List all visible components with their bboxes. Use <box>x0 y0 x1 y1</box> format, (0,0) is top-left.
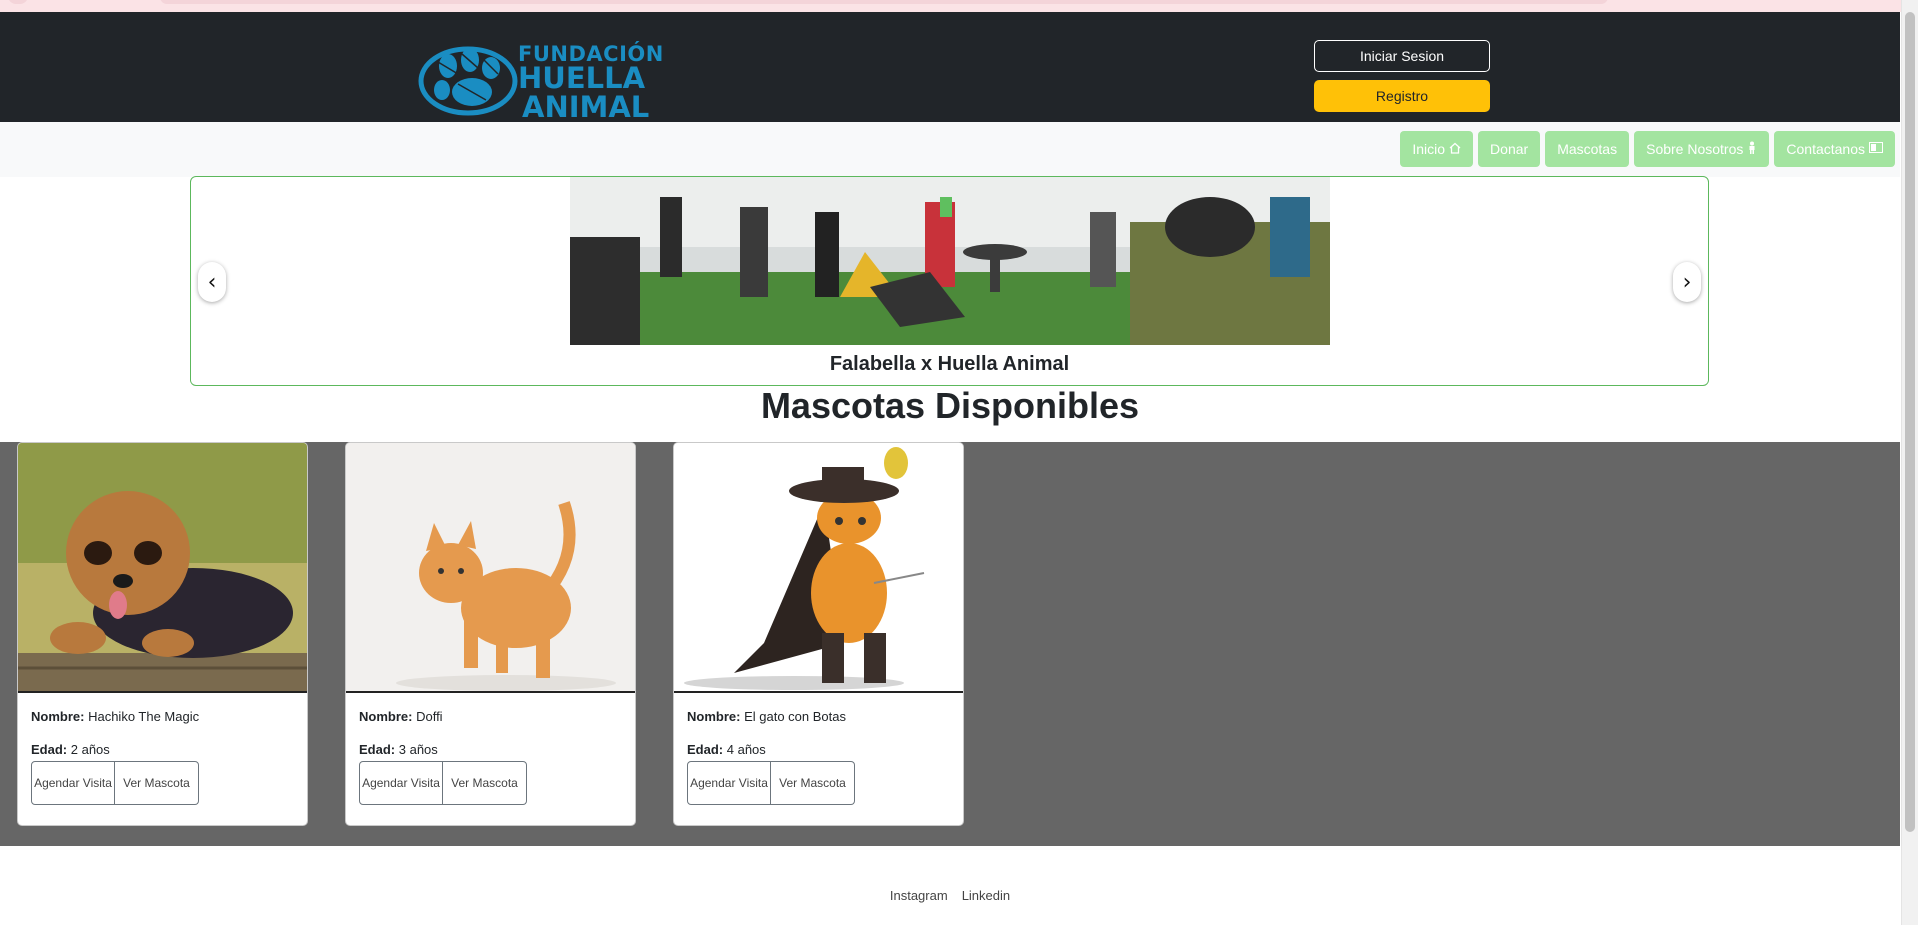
carousel-slide-photo <box>570 177 1330 345</box>
browser-address-bar[interactable] <box>160 0 1608 4</box>
schedule-visit-button[interactable]: Agendar Visita <box>359 761 443 805</box>
site-footer: Instagram Linkedin <box>0 846 1900 925</box>
pet-age-label: Edad: <box>31 742 68 757</box>
pet-name-label: Nombre: <box>359 709 413 724</box>
pet-name: Doffi <box>416 709 443 724</box>
logo-line-2: HUELLA <box>518 61 646 95</box>
schedule-visit-button[interactable]: Agendar Visita <box>31 761 115 805</box>
pet-name: Hachiko The Magic <box>88 709 200 724</box>
view-pet-button[interactable]: Ver Mascota <box>115 761 199 805</box>
pet-name: El gato con Botas <box>744 709 846 724</box>
pet-age-line: Edad: 2 años <box>31 742 110 757</box>
nav-item-mascotas[interactable]: Mascotas <box>1545 131 1630 167</box>
view-pet-button[interactable]: Ver Mascota <box>771 761 855 805</box>
pet-age-label: Edad: <box>687 742 724 757</box>
view-pet-button[interactable]: Ver Mascota <box>443 761 527 805</box>
pet-card: Nombre: Doffi Edad: 3 años Agendar Visit… <box>345 442 636 826</box>
pet-age-line: Edad: 4 años <box>687 742 766 757</box>
nav-item-label: Mascotas <box>1557 141 1618 157</box>
fundacion-logo[interactable]: FUNDACIÓN HUELLA ANIMAL <box>418 28 663 122</box>
nav-item-label: Donar <box>1490 141 1529 157</box>
puss-in-boots-photo <box>674 443 963 693</box>
pet-card: Nombre: Hachiko The Magic Edad: 2 años A… <box>17 442 308 826</box>
section-title: Mascotas Disponibles <box>760 385 1140 426</box>
browser-button[interactable] <box>8 0 28 4</box>
nav-item-label: Sobre Nosotros <box>1646 141 1744 157</box>
carousel-caption: Falabella x Huella Animal <box>829 353 1070 375</box>
pet-name-label: Nombre: <box>687 709 741 724</box>
card-icon <box>1869 142 1883 156</box>
linkedin-link[interactable]: Linkedin <box>962 888 1010 903</box>
carousel-next-button[interactable]: › <box>1673 262 1701 302</box>
pet-name-line: Nombre: Hachiko The Magic <box>31 709 199 724</box>
browser-top-strip <box>0 0 1918 12</box>
logo-line-3: ANIMAL <box>522 90 650 124</box>
nav-item-contactanos[interactable]: Contactanos <box>1774 131 1895 167</box>
nav-item-donar[interactable]: Donar <box>1478 131 1541 167</box>
scrollbar-thumb[interactable] <box>1905 12 1915 832</box>
nav-item-label: Inicio <box>1412 141 1446 157</box>
pet-age: 4 años <box>726 742 766 757</box>
page-scrollbar[interactable] <box>1901 0 1918 925</box>
pet-name-label: Nombre: <box>31 709 85 724</box>
nav-item-inicio[interactable]: Inicio <box>1400 131 1474 167</box>
nav-item-sobre-nosotros[interactable]: Sobre Nosotros <box>1634 131 1770 167</box>
instagram-link[interactable]: Instagram <box>890 888 948 903</box>
schedule-visit-button[interactable]: Agendar Visita <box>687 761 771 805</box>
house-icon <box>1449 142 1461 157</box>
main-navbar: Inicio Donar Mascotas Sobre Nosotros Con… <box>0 122 1900 177</box>
pet-age: 2 años <box>70 742 110 757</box>
image-carousel: Falabella x Huella Animal ‹ › <box>190 176 1709 386</box>
pet-name-line: Nombre: Doffi <box>359 709 443 724</box>
site-header: FUNDACIÓN HUELLA ANIMAL Iniciar Sesion R… <box>0 12 1900 122</box>
cat-photo <box>346 443 635 693</box>
pet-name-line: Nombre: El gato con Botas <box>687 709 846 724</box>
dog-photo <box>18 443 307 693</box>
pets-grid: Nombre: Hachiko The Magic Edad: 2 años A… <box>0 442 1900 846</box>
pet-age: 3 años <box>398 742 438 757</box>
paw-logo-icon <box>418 46 518 116</box>
pet-age-label: Edad: <box>359 742 396 757</box>
pet-age-line: Edad: 3 años <box>359 742 438 757</box>
login-button[interactable]: Iniciar Sesion <box>1314 40 1490 72</box>
person-icon <box>1747 141 1757 157</box>
pet-card: Nombre: El gato con Botas Edad: 4 años A… <box>673 442 964 826</box>
nav-item-label: Contactanos <box>1786 141 1865 157</box>
register-button[interactable]: Registro <box>1314 80 1490 112</box>
carousel-prev-button[interactable]: ‹ <box>198 262 226 302</box>
